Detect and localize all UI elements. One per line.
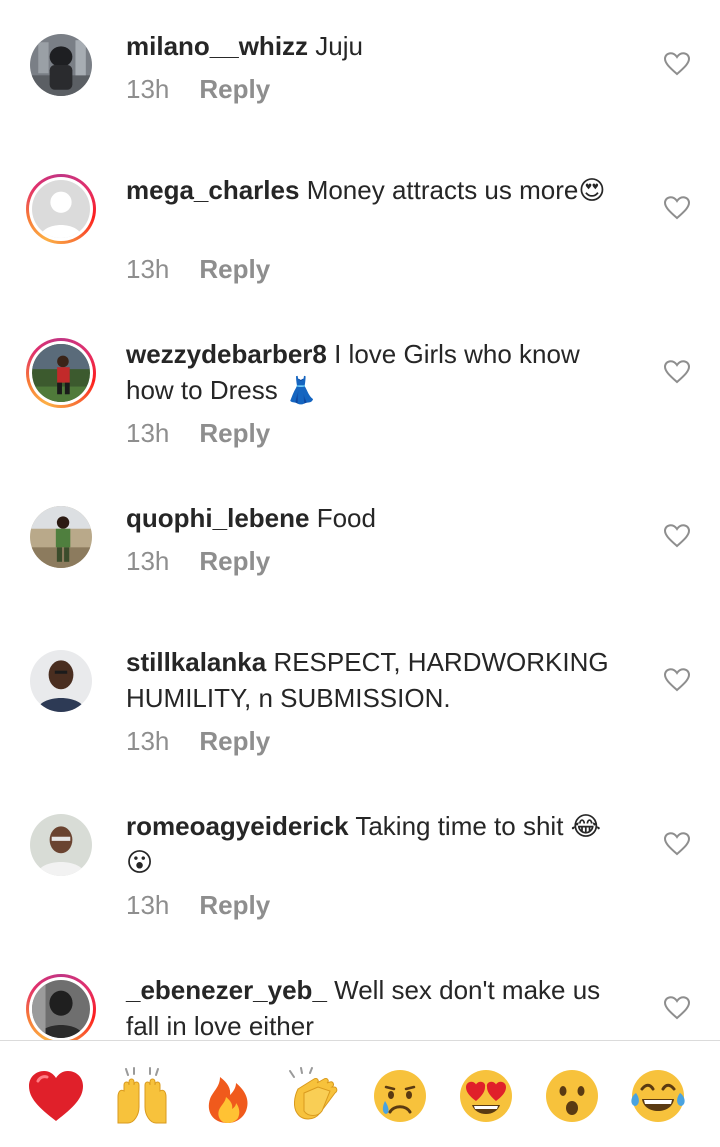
like-heart-icon[interactable] [664,360,690,384]
comment-username[interactable]: _ebenezer_yeb_ [126,975,327,1005]
like-heart-icon[interactable] [664,52,690,76]
comment-meta: 13h Reply [126,888,270,922]
comment-text: romeoagyeiderick Taking time to shit 😂😮 [126,808,626,880]
laughing-tears-icon[interactable] [628,1067,688,1125]
comment-time: 13h [126,890,170,920]
comment-meta: 13h Reply [126,72,270,106]
emoji-reaction-bar [0,1040,720,1147]
clapping-hands-icon[interactable] [284,1067,344,1125]
avatar[interactable] [26,174,96,244]
like-heart-icon[interactable] [664,668,690,692]
comment-text: wezzydebarber8 I love Girls who know how… [126,336,626,408]
reply-button[interactable]: Reply [199,418,270,448]
avatar[interactable] [26,974,96,1040]
red-heart-icon[interactable] [26,1067,86,1125]
comment-username[interactable]: milano__whizz [126,31,308,61]
comment-text: _ebenezer_yeb_ Well sex don't make us fa… [126,972,626,1040]
comment-time: 13h [126,74,170,104]
like-heart-icon[interactable] [664,196,690,220]
reply-button[interactable]: Reply [199,546,270,576]
reply-button[interactable]: Reply [199,254,270,284]
crying-face-icon[interactable] [370,1067,430,1125]
heart-eyes-icon[interactable] [456,1067,516,1125]
comment-text: quophi_lebene Food [126,500,626,536]
avatar[interactable] [26,810,96,880]
surprised-face-icon[interactable] [542,1067,602,1125]
comment-time: 13h [126,418,170,448]
comment-text: stillkalanka RESPECT, HARDWORKING HUMILI… [126,644,626,716]
avatar[interactable] [26,646,96,716]
comment-meta: 13h Reply [126,416,270,450]
comment-username[interactable]: stillkalanka [126,647,266,677]
comment-text: mega_charles Money attracts us more😍 [126,172,626,208]
comment-message: Food [316,503,376,533]
comment-username[interactable]: wezzydebarber8 [126,339,327,369]
comment-text: milano__whizz Juju [126,28,626,64]
avatar[interactable] [26,502,96,572]
comment-username[interactable]: romeoagyeiderick [126,811,349,841]
comment-time: 13h [126,546,170,576]
reply-button[interactable]: Reply [199,74,270,104]
comments-list[interactable]: milano__whizz Juju 13h Reply mega_charles… [0,0,720,1040]
comment-time: 13h [126,726,170,756]
raising-hands-icon[interactable] [112,1067,172,1125]
like-heart-icon[interactable] [664,524,690,548]
comment-message: Money attracts us more😍 [306,175,606,205]
comment-meta: 13h Reply [126,544,270,578]
comment-message: Juju [315,31,363,61]
fire-icon[interactable] [198,1067,258,1125]
comment-username[interactable]: mega_charles [126,175,299,205]
avatar[interactable] [26,30,96,100]
comment-meta: 13h Reply [126,724,270,758]
reply-button[interactable]: Reply [199,890,270,920]
like-heart-icon[interactable] [664,996,690,1020]
reply-button[interactable]: Reply [199,726,270,756]
comment-time: 13h [126,254,170,284]
comment-username[interactable]: quophi_lebene [126,503,309,533]
like-heart-icon[interactable] [664,832,690,856]
comment-meta: 13h Reply [126,252,270,286]
avatar[interactable] [26,338,96,408]
